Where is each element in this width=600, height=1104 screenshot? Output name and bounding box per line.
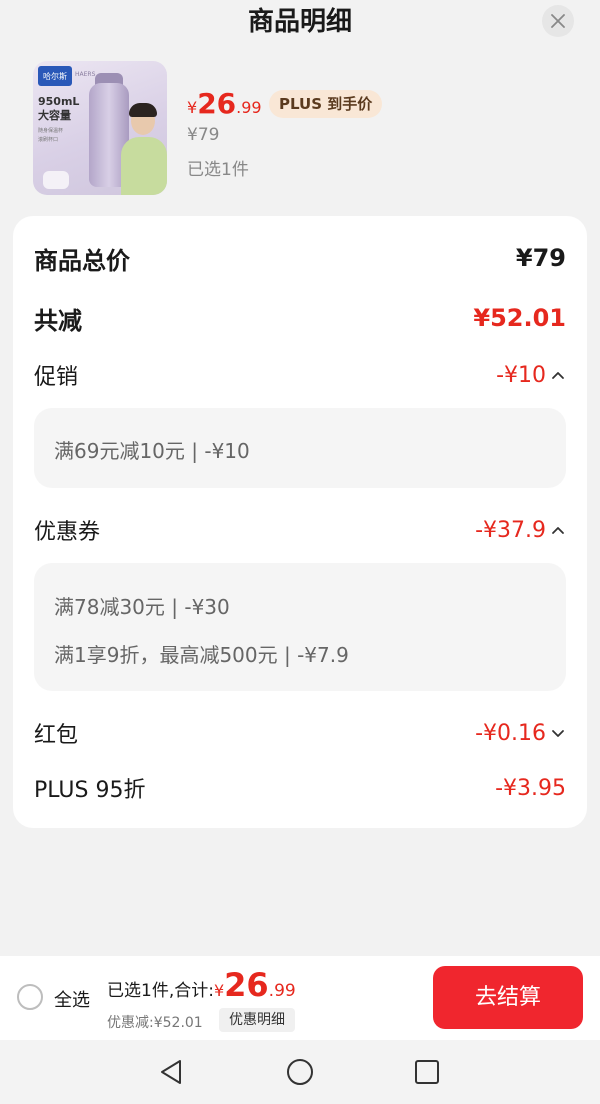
thumb-note-line2: 滚刷杯口 — [38, 137, 59, 143]
close-icon — [551, 14, 565, 28]
promotion-details: 满69元减10元 | -¥10 — [34, 408, 566, 488]
total-label: 已选1件,合计: — [107, 981, 214, 1001]
page-title: 商品明细 — [247, 7, 352, 37]
total-price-label: 商品总价 — [34, 246, 130, 275]
promotion-label: 促销 — [34, 365, 79, 390]
red-packet-label: 红包 — [34, 723, 79, 748]
price-decimal: .99 — [236, 98, 262, 117]
nav-recent-button[interactable] — [409, 1054, 445, 1090]
recent-square-icon — [415, 1060, 439, 1084]
select-all-checkbox[interactable] — [17, 984, 43, 1010]
plus-discount-label: PLUS 95折 — [34, 778, 146, 803]
price-integer: 26 — [197, 87, 237, 120]
system-nav-bar — [0, 1040, 600, 1104]
total-reduction-row: 共减 ¥52.01 — [34, 298, 566, 338]
coupon-item: 满1享9折，最高减500元 | -¥7.9 — [54, 643, 349, 667]
product-thumbnail[interactable]: 哈尔斯 HAERS 950mL 大容量 随身保温杯 滚刷杯口 — [33, 61, 167, 195]
discount-detail-button[interactable]: 优惠明细 — [219, 1008, 295, 1032]
back-triangle-icon — [161, 1060, 181, 1084]
red-packet-value: -¥0.16 — [475, 720, 546, 746]
product-price: ¥ 26 .99 — [187, 87, 262, 123]
total-integer: 26 — [224, 966, 269, 1004]
red-packet-row[interactable]: 红包 -¥0.16 — [34, 716, 566, 750]
product-summary: 哈尔斯 HAERS 950mL 大容量 随身保温杯 滚刷杯口 ¥ 26 .99 … — [33, 61, 573, 197]
price-breakdown-card: 商品总价 ¥79 共减 ¥52.01 促销 -¥10 满69元减10元 | -¥… — [13, 216, 587, 828]
chevron-up-icon — [550, 367, 566, 383]
total-price-row: 商品总价 ¥79 — [34, 238, 566, 278]
total-reduction-label: 共减 — [34, 306, 82, 335]
sheet-header: 商品明细 — [0, 0, 600, 46]
thumb-note-line1: 随身保温杯 — [38, 128, 64, 134]
promotion-value: -¥10 — [496, 362, 546, 388]
thumb-caption-line2: 大容量 — [38, 109, 71, 122]
price-currency: ¥ — [187, 98, 198, 117]
small-cup-shape — [43, 171, 69, 189]
thumb-caption: 950mL 大容量 — [38, 95, 79, 123]
checkout-bar: 全选 已选1件,合计: ¥ 26 .99 优惠减:¥52.01 优惠明细 去结算 — [0, 956, 600, 1040]
thumb-note: 随身保温杯 滚刷杯口 — [38, 127, 63, 145]
nav-back-button[interactable] — [153, 1054, 189, 1090]
checkout-button[interactable]: 去结算 — [433, 966, 583, 1029]
plus-discount-row: PLUS 95折 -¥3.95 — [34, 771, 566, 805]
model-body-shape — [121, 137, 167, 195]
thumb-caption-line1: 950mL — [38, 95, 80, 108]
coupon-label: 优惠券 — [34, 520, 101, 545]
coupon-row[interactable]: 优惠券 -¥37.9 — [34, 513, 566, 547]
original-price: ¥79 — [187, 125, 220, 145]
total-decimal: .99 — [268, 981, 296, 1001]
coupon-value: -¥37.9 — [475, 517, 546, 543]
chevron-down-icon — [550, 725, 566, 741]
brand-sub: HAERS — [75, 71, 96, 78]
coupon-details: 满78减30元 | -¥30 满1享9折，最高减500元 | -¥7.9 — [34, 563, 566, 691]
total-price-value: ¥79 — [515, 244, 566, 272]
model-hair-shape — [129, 103, 157, 117]
close-button[interactable] — [542, 5, 574, 37]
coupon-item: 满78减30元 | -¥30 — [54, 595, 230, 619]
select-all-label[interactable]: 全选 — [54, 986, 90, 1012]
selected-count: 已选1件 — [187, 160, 249, 180]
total-currency: ¥ — [213, 981, 225, 1000]
plus-discount-value: -¥3.95 — [495, 775, 566, 801]
promotion-row[interactable]: 促销 -¥10 — [34, 358, 566, 392]
total-reduction-value: ¥52.01 — [473, 304, 566, 332]
plus-price-badge: PLUS 到手价 — [269, 90, 383, 118]
discount-summary: 优惠减:¥52.01 — [107, 1015, 203, 1031]
home-circle-icon — [287, 1059, 313, 1085]
brand-logo: 哈尔斯 — [38, 66, 72, 86]
chevron-up-icon — [550, 522, 566, 538]
promotion-item: 满69元减10元 | -¥10 — [54, 439, 250, 463]
nav-home-button[interactable] — [282, 1054, 318, 1090]
order-total: 已选1件,合计: ¥ 26 .99 — [107, 966, 296, 1004]
